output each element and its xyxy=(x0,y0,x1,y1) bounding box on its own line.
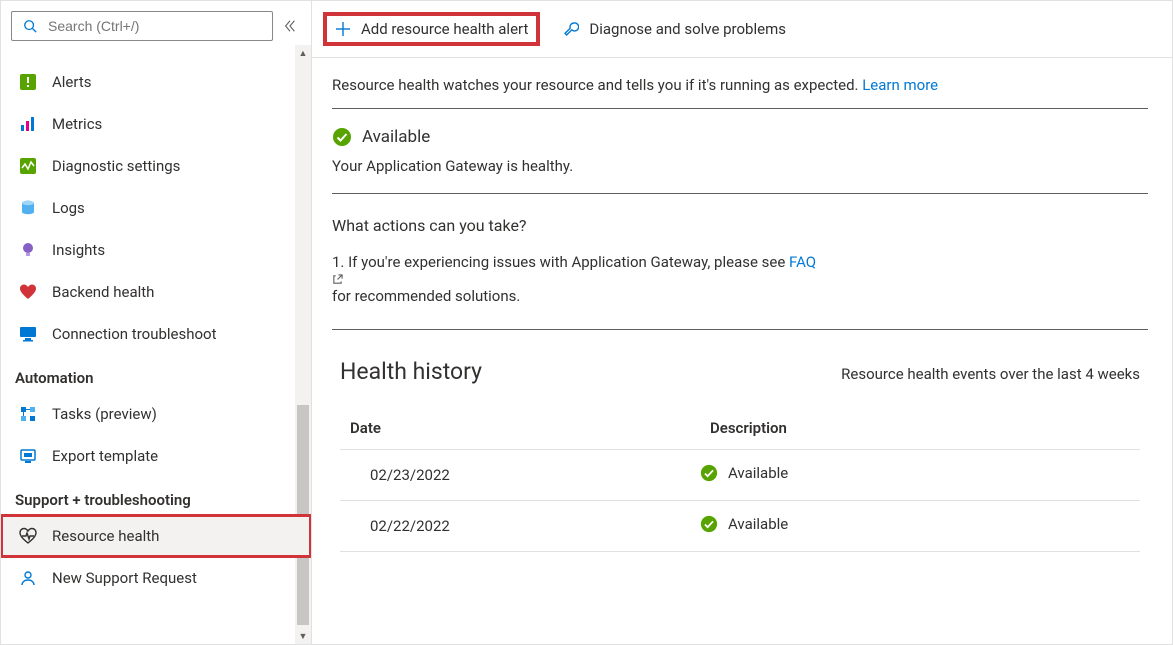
sidebar-item-diagnostic-settings[interactable]: Diagnostic settings xyxy=(1,145,311,187)
alerts-icon xyxy=(18,72,38,92)
collapse-sidebar-icon[interactable] xyxy=(279,15,301,37)
col-description: Description xyxy=(700,411,1140,450)
col-date: Date xyxy=(340,411,700,450)
sidebar-item-label: Diagnostic settings xyxy=(52,157,180,175)
sidebar-item-label: Insights xyxy=(52,241,105,259)
sidebar-item-label: Tasks (preview) xyxy=(52,405,157,423)
actions-prefix: 1. If you're experiencing issues with Ap… xyxy=(332,253,789,271)
toolbar-label: Add resource health alert xyxy=(361,20,528,38)
logs-icon xyxy=(18,198,38,218)
intro-text: Resource health watches your resource an… xyxy=(332,76,1148,109)
support-icon xyxy=(18,568,38,588)
app-root: ▲ ▼ Alerts Metrics xyxy=(0,0,1173,645)
metrics-icon xyxy=(18,114,38,134)
status-line: Available xyxy=(332,127,1148,147)
learn-more-link[interactable]: Learn more xyxy=(862,76,938,94)
cell-description: Available xyxy=(700,450,1140,501)
history-header: Health history Resource health events ov… xyxy=(340,358,1140,385)
toolbar-label: Diagnose and solve problems xyxy=(589,20,786,38)
insights-icon xyxy=(18,240,38,260)
search-icon xyxy=(20,16,40,36)
cell-desc-text: Available xyxy=(728,464,788,482)
sidebar-item-new-support-request[interactable]: New Support Request xyxy=(1,557,311,599)
sidebar-item-metrics[interactable]: Metrics xyxy=(1,103,311,145)
sidebar-item-resource-health[interactable]: Resource health xyxy=(1,515,311,557)
cell-date: 02/22/2022 xyxy=(340,501,700,552)
tasks-icon xyxy=(18,404,38,424)
toolbar: Add resource health alert Diagnose and s… xyxy=(312,1,1172,58)
table-row[interactable]: 02/22/2022 Available xyxy=(340,501,1140,552)
sidebar-item-backend-health[interactable]: Backend health xyxy=(1,271,311,313)
history-table: Date Description 02/23/2022 Available xyxy=(340,411,1140,552)
sidebar-item-export-template[interactable]: Export template xyxy=(1,435,311,477)
history-block: Health history Resource health events ov… xyxy=(332,330,1148,552)
check-circle-icon xyxy=(700,515,718,533)
sidebar-item-insights[interactable]: Insights xyxy=(1,229,311,271)
monitor-icon xyxy=(18,324,38,344)
status-badge: Available xyxy=(362,127,430,147)
sidebar-item-logs[interactable]: Logs xyxy=(1,187,311,229)
sidebar-list: Alerts Metrics Diagnostic settings xyxy=(1,49,311,599)
sidebar: ▲ ▼ Alerts Metrics xyxy=(1,1,312,644)
sidebar-item-label: Connection troubleshoot xyxy=(52,325,217,343)
sidebar-scroll: Alerts Metrics Diagnostic settings xyxy=(1,49,311,644)
resource-health-icon xyxy=(18,526,38,546)
external-link-icon xyxy=(332,274,1148,285)
diagnose-solve-button[interactable]: Diagnose and solve problems xyxy=(553,14,796,44)
sidebar-item-tasks[interactable]: Tasks (preview) xyxy=(1,393,311,435)
cell-description: Available xyxy=(700,501,1140,552)
diagnostic-icon xyxy=(18,156,38,176)
search-box[interactable] xyxy=(11,11,273,41)
sidebar-item-label: New Support Request xyxy=(52,569,197,587)
section-automation: Automation xyxy=(1,355,311,393)
wrench-icon xyxy=(563,21,579,37)
history-subtitle: Resource health events over the last 4 w… xyxy=(841,365,1140,383)
content: Resource health watches your resource an… xyxy=(312,58,1172,644)
sidebar-item-label: Alerts xyxy=(52,73,92,91)
sidebar-item-label: Backend health xyxy=(52,283,154,301)
export-icon xyxy=(18,446,38,466)
status-block: Available Your Application Gateway is he… xyxy=(332,109,1148,194)
status-description: Your Application Gateway is healthy. xyxy=(332,157,1148,175)
sidebar-item-label: Metrics xyxy=(52,115,102,133)
actions-text: 1. If you're experiencing issues with Ap… xyxy=(332,251,1148,307)
add-resource-health-alert-button[interactable]: Add resource health alert xyxy=(324,13,539,45)
history-title: Health history xyxy=(340,358,482,385)
main: Add resource health alert Diagnose and s… xyxy=(312,1,1172,644)
sidebar-item-label: Export template xyxy=(52,447,158,465)
sidebar-item-alerts[interactable]: Alerts xyxy=(1,61,311,103)
intro-body: Resource health watches your resource an… xyxy=(332,76,862,94)
sidebar-item-connection-troubleshoot[interactable]: Connection troubleshoot xyxy=(1,313,311,355)
check-circle-icon xyxy=(332,127,352,147)
actions-block: What actions can you take? 1. If you're … xyxy=(332,194,1148,330)
section-support: Support + troubleshooting xyxy=(1,477,311,515)
cell-desc-text: Available xyxy=(728,515,788,533)
actions-suffix: for recommended solutions. xyxy=(332,287,520,305)
cell-date: 02/23/2022 xyxy=(340,450,700,501)
search-row xyxy=(1,1,311,49)
search-input[interactable] xyxy=(46,17,264,35)
table-row[interactable]: 02/23/2022 Available xyxy=(340,450,1140,501)
sidebar-item-label: Resource health xyxy=(52,527,159,545)
sidebar-item-label: Logs xyxy=(52,199,85,217)
actions-title: What actions can you take? xyxy=(332,216,1148,235)
faq-link[interactable]: FAQ xyxy=(789,253,816,271)
check-circle-icon xyxy=(700,464,718,482)
plus-icon xyxy=(335,21,351,37)
heart-icon xyxy=(18,282,38,302)
